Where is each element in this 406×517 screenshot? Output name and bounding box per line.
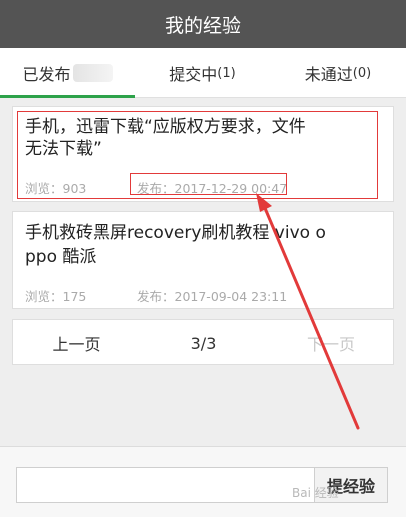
tab-published-label: 已发布 — [22, 65, 71, 84]
tab-bar: 已发布 提交中 (1) 未通过 (0) — [0, 48, 406, 98]
tab-rejected[interactable]: 未通过 (0) — [270, 48, 406, 98]
page-indicator: 3/3 — [190, 333, 217, 353]
tab-submitting-count: (1) — [217, 65, 236, 81]
bottom-bar: 提经验 — [0, 446, 406, 517]
article-title-line: 无法下载” — [25, 139, 102, 159]
article-card[interactable]: 手机，迅雷下载“应版权方要求，文件 无法下载” 浏览：903 发布：2017-1… — [12, 106, 394, 202]
article-title-line: ppo 酷派 — [25, 247, 97, 267]
article-card[interactable]: 手机救砖黑屏recovery刷机教程 vivo o ppo 酷派 浏览：175 … — [12, 211, 394, 309]
page-title: 我的经验 — [164, 14, 241, 37]
article-views: 浏览：175 — [25, 289, 87, 304]
article-publish-date: 发布：2017-12-29 00:47 — [137, 181, 288, 196]
tab-rejected-count: (0) — [352, 65, 372, 81]
prev-page-button[interactable]: 上一页 — [13, 320, 140, 366]
tab-rejected-label: 未通过 — [304, 65, 353, 84]
active-tab-indicator — [0, 95, 135, 98]
tab-submitting-label: 提交中 — [169, 65, 218, 84]
tab-submitting[interactable]: 提交中 (1) — [135, 48, 270, 98]
watermark: Bai 经验 — [292, 486, 339, 500]
article-views: 浏览：903 — [25, 181, 87, 196]
bottom-input[interactable] — [16, 467, 314, 503]
article-title-line: 手机，迅雷下载“应版权方要求，文件 — [25, 117, 306, 137]
tab-published[interactable]: 已发布 — [0, 48, 135, 98]
pagination: 上一页 3/3 下一页 — [12, 319, 394, 365]
next-page-button[interactable]: 下一页 — [267, 320, 395, 366]
article-publish-date: 发布：2017-09-04 23:11 — [137, 289, 288, 304]
article-title-line: 手机救砖黑屏recovery刷机教程 vivo o — [25, 223, 326, 243]
blurred-count-mask — [72, 64, 113, 82]
page-title-bar: 我的经验 — [0, 0, 406, 48]
